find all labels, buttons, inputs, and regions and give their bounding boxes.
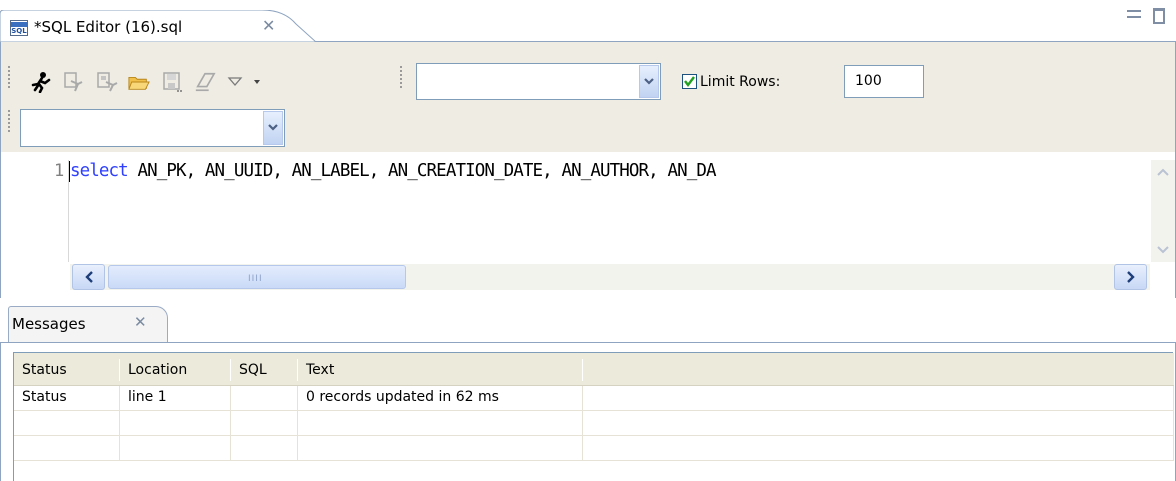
table-cell[interactable]: [231, 411, 298, 436]
run-file-icon[interactable]: [62, 71, 84, 93]
table-cell[interactable]: 0 records updated in 62 ms: [298, 386, 583, 411]
table-cell: [583, 436, 1174, 461]
table-cell[interactable]: [14, 436, 120, 461]
scroll-up-icon[interactable]: [1151, 160, 1175, 184]
table-cell[interactable]: [231, 386, 298, 411]
table-cell: [583, 386, 1174, 411]
close-icon[interactable]: ✕: [262, 16, 275, 35]
column-header-status[interactable]: Status: [14, 353, 120, 386]
dropdown-icon[interactable]: [246, 71, 268, 93]
table-cell[interactable]: [231, 436, 298, 461]
database-combo[interactable]: [20, 109, 285, 147]
table-cell[interactable]: line 1: [120, 386, 231, 411]
check-icon: [684, 76, 695, 87]
text-caret: [69, 161, 70, 182]
view-menu-icon[interactable]: [224, 71, 246, 93]
editor-tab-label: *SQL Editor (16).sql: [34, 18, 183, 36]
chevron-down-icon[interactable]: [639, 65, 659, 98]
minimize-icon[interactable]: [1127, 10, 1141, 18]
column-header-sql[interactable]: SQL: [231, 353, 298, 386]
line-number: 1: [54, 161, 65, 181]
table-cell[interactable]: [120, 436, 231, 461]
table-cell[interactable]: [120, 411, 231, 436]
column-header-location[interactable]: Location: [120, 353, 231, 386]
chevron-down-icon[interactable]: [263, 111, 283, 145]
limit-rows-input[interactable]: 100: [844, 65, 924, 98]
code-line[interactable]: select AN_PK, AN_UUID, AN_LABEL, AN_CREA…: [70, 161, 1145, 181]
eraser-icon[interactable]: [194, 71, 216, 93]
run-selection-icon[interactable]: [96, 71, 118, 93]
table-cell[interactable]: [298, 411, 583, 436]
column-header-text[interactable]: Text: [298, 353, 583, 386]
table-cell[interactable]: Status: [14, 386, 120, 411]
run-icon[interactable]: [30, 71, 52, 93]
column-header-filler: [583, 353, 1174, 386]
connection-combo[interactable]: [416, 63, 661, 100]
messages-tab-strip: [0, 302, 1176, 343]
save-icon[interactable]: [162, 71, 184, 93]
scroll-left-icon[interactable]: [72, 264, 105, 290]
scroll-down-icon[interactable]: [1151, 238, 1175, 262]
table-cell[interactable]: [298, 436, 583, 461]
sql-file-icon: SQL: [10, 20, 28, 36]
table-cell[interactable]: [14, 411, 120, 436]
scroll-right-icon[interactable]: [1114, 264, 1147, 290]
open-folder-icon[interactable]: [128, 71, 150, 93]
messages-tab-label: Messages: [12, 315, 86, 333]
code-text: AN_PK, AN_UUID, AN_LABEL, AN_CREATION_DA…: [127, 161, 716, 181]
messages-table: Status Location SQL Text Status line 1 0…: [13, 352, 1174, 481]
toolbar-grip[interactable]: [400, 66, 403, 90]
limit-rows-checkbox[interactable]: [682, 74, 697, 89]
scroll-grip-icon: IIII: [248, 274, 263, 284]
toolbar-grip[interactable]: [8, 66, 11, 90]
limit-rows-label: Limit Rows:: [700, 74, 781, 90]
table-cell: [583, 411, 1174, 436]
toolbar-grip[interactable]: [8, 110, 11, 134]
close-icon[interactable]: ✕: [134, 313, 147, 331]
sql-keyword: select: [70, 161, 129, 181]
maximize-icon[interactable]: [1153, 8, 1165, 24]
